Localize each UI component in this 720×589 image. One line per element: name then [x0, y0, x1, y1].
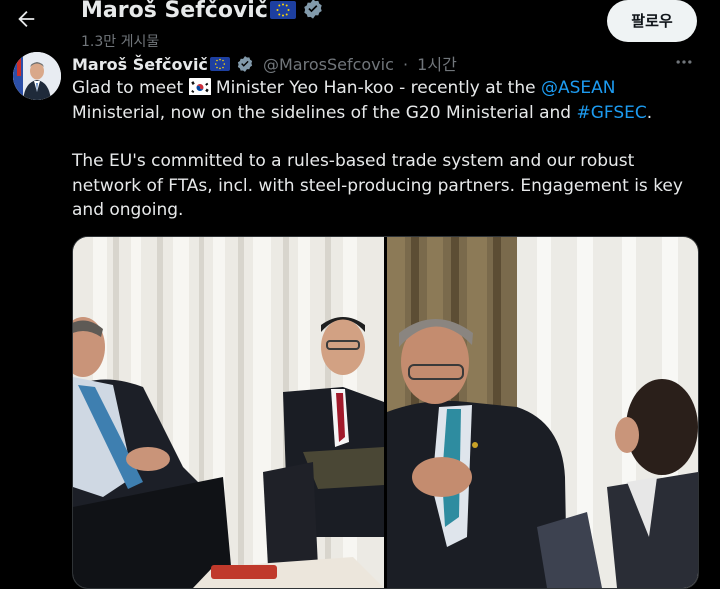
verified-badge-icon [237, 56, 253, 72]
follow-button[interactable]: 팔로우 [607, 0, 697, 42]
avatar[interactable] [13, 52, 61, 100]
eu-flag-icon [209, 57, 230, 71]
text-segment: Ministerial, now on the sidelines of the… [72, 102, 577, 123]
author-name[interactable]: Maroš Šefčovič [72, 55, 208, 74]
media-grid [72, 236, 699, 589]
tweet-paragraph-1: Glad to meet Minister Yeo Han-koo - rece… [72, 76, 702, 125]
tweet-paragraph-2: The EU's committed to a rules-based trad… [72, 151, 683, 220]
profile-header: Maroš Šefčovič 1.3만 게시물 팔로우 [0, 0, 720, 52]
post-count: 1.3만 게시물 [81, 34, 160, 50]
page-title: Maroš Šefčovič [81, 0, 324, 23]
arrow-left-icon [18, 11, 35, 27]
photo-1[interactable] [73, 237, 384, 588]
tweet-time[interactable]: 1시간 [417, 55, 457, 74]
back-button[interactable] [12, 8, 40, 36]
separator: · [402, 55, 409, 74]
south-korea-flag-icon [188, 78, 211, 95]
mention-link[interactable]: @ASEAN [541, 78, 616, 98]
verified-badge-icon [304, 0, 322, 19]
tweet-text: Glad to meet Minister Yeo Han-koo - rece… [72, 76, 702, 223]
profile-name: Maroš Šefčovič [81, 0, 268, 23]
author-handle[interactable]: @MarosSefcovic [263, 55, 394, 74]
more-button[interactable] [674, 52, 694, 77]
photo-2[interactable] [387, 237, 698, 588]
text-segment: . [646, 102, 653, 123]
text-segment: Glad to meet [72, 78, 189, 98]
text-segment: Minister Yeo Han-koo - recently at the [210, 78, 541, 98]
eu-flag-icon [269, 1, 296, 19]
more-dots-icon [676, 60, 692, 64]
tweet-header: Maroš Šefčovič @MarosSefcovic · 1시간 [72, 51, 457, 75]
hashtag-link[interactable]: #GFSEC [576, 103, 646, 123]
